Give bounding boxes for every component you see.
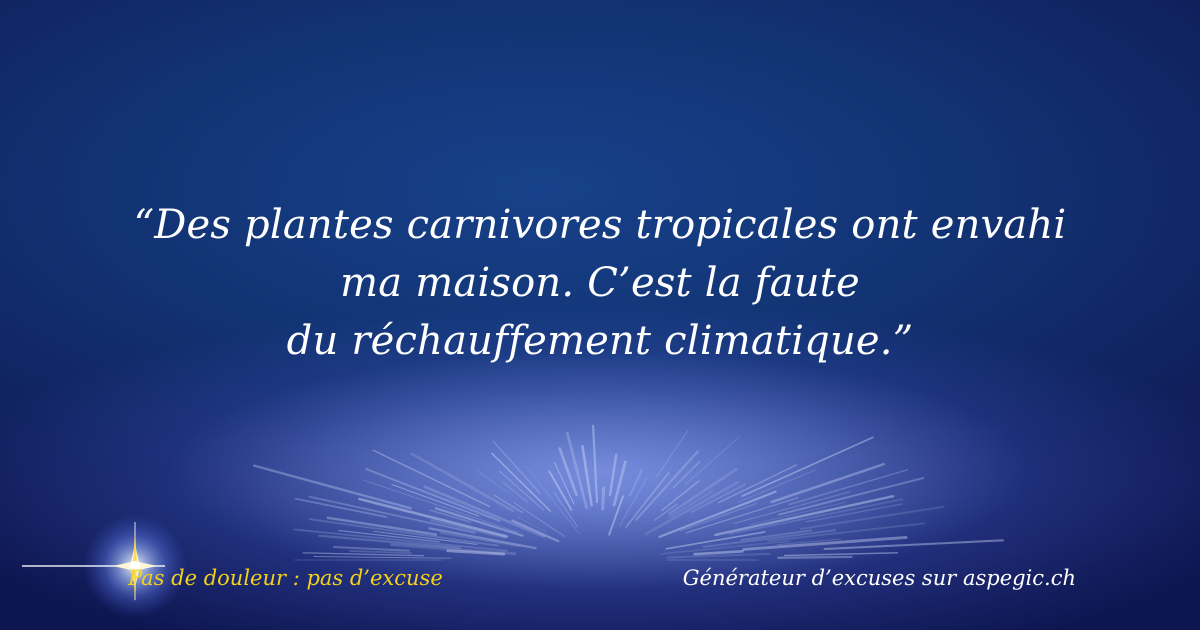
quote-line-3: du réchauffement climatique.” [286, 318, 914, 364]
quote-line-1: “Des plantes carnivores tropicales ont e… [133, 202, 1067, 248]
generator-credit-link[interactable]: Générateur d’excuses sur aspegic.ch [683, 566, 1076, 590]
quote-line-2: ma maison. C’est la faute [340, 260, 860, 306]
sparkle-star-icon [22, 514, 187, 618]
slogan-text: Pas de douleur : pas d’excuse [128, 566, 443, 590]
light-ray [777, 555, 853, 559]
excuse-quote: “Des plantes carnivores tropicales ont e… [60, 196, 1140, 370]
light-ray [601, 486, 606, 511]
